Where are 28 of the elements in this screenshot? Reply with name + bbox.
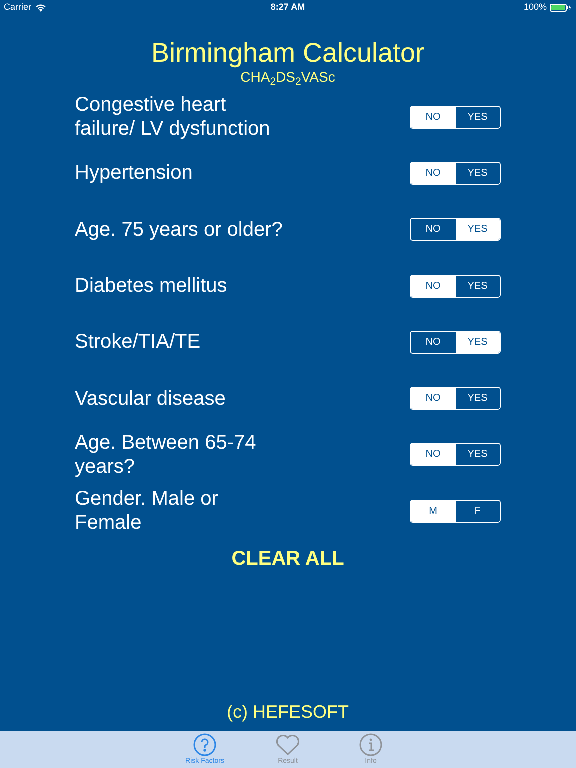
app-title: Birmingham Calculator — [151, 37, 425, 69]
risk-factor-label: Gender. Male or Female — [75, 487, 220, 536]
clock-label: 8:27 AM — [270, 1, 306, 14]
segment-option[interactable]: M — [411, 500, 456, 522]
heart-icon — [275, 733, 301, 757]
segment-option[interactable]: YES — [456, 219, 500, 240]
segment-option[interactable]: NO — [411, 388, 456, 410]
clear-all-button[interactable]: CLEAR ALL — [232, 547, 344, 572]
risk-factor-label: Vascular disease — [75, 386, 227, 411]
info-icon — [359, 733, 383, 757]
question-icon — [193, 733, 217, 757]
risk-factor-label: Age. Between 65-74 years? — [75, 430, 258, 479]
battery-icon — [550, 4, 572, 12]
segment-option[interactable]: NO — [411, 106, 456, 128]
segment-option[interactable]: YES — [456, 332, 500, 353]
risk-factor-label: Stroke/TIA/TE — [75, 330, 202, 354]
wifi-icon — [36, 4, 46, 12]
risk-factor-label: Age. 75 years or older? — [75, 218, 284, 242]
risk-factor-label: Hypertension — [75, 161, 194, 186]
risk-factor-label: Diabetes mellitus — [75, 274, 228, 298]
app-subtitle: CHA$_{2}$DS$_{2}$VASc — [240, 69, 336, 85]
segment-option[interactable]: NO — [411, 444, 456, 466]
copyright-text: (c) HEFESOFT — [227, 701, 349, 723]
battery-label: 100% — [524, 1, 547, 14]
segment-option[interactable]: NO — [411, 162, 456, 184]
segment-option[interactable]: NO — [411, 276, 456, 297]
risk-factor-label: Congestive heart failure/ LV dysfunction — [75, 93, 272, 142]
carrier-label: Carrier — [4, 1, 32, 14]
